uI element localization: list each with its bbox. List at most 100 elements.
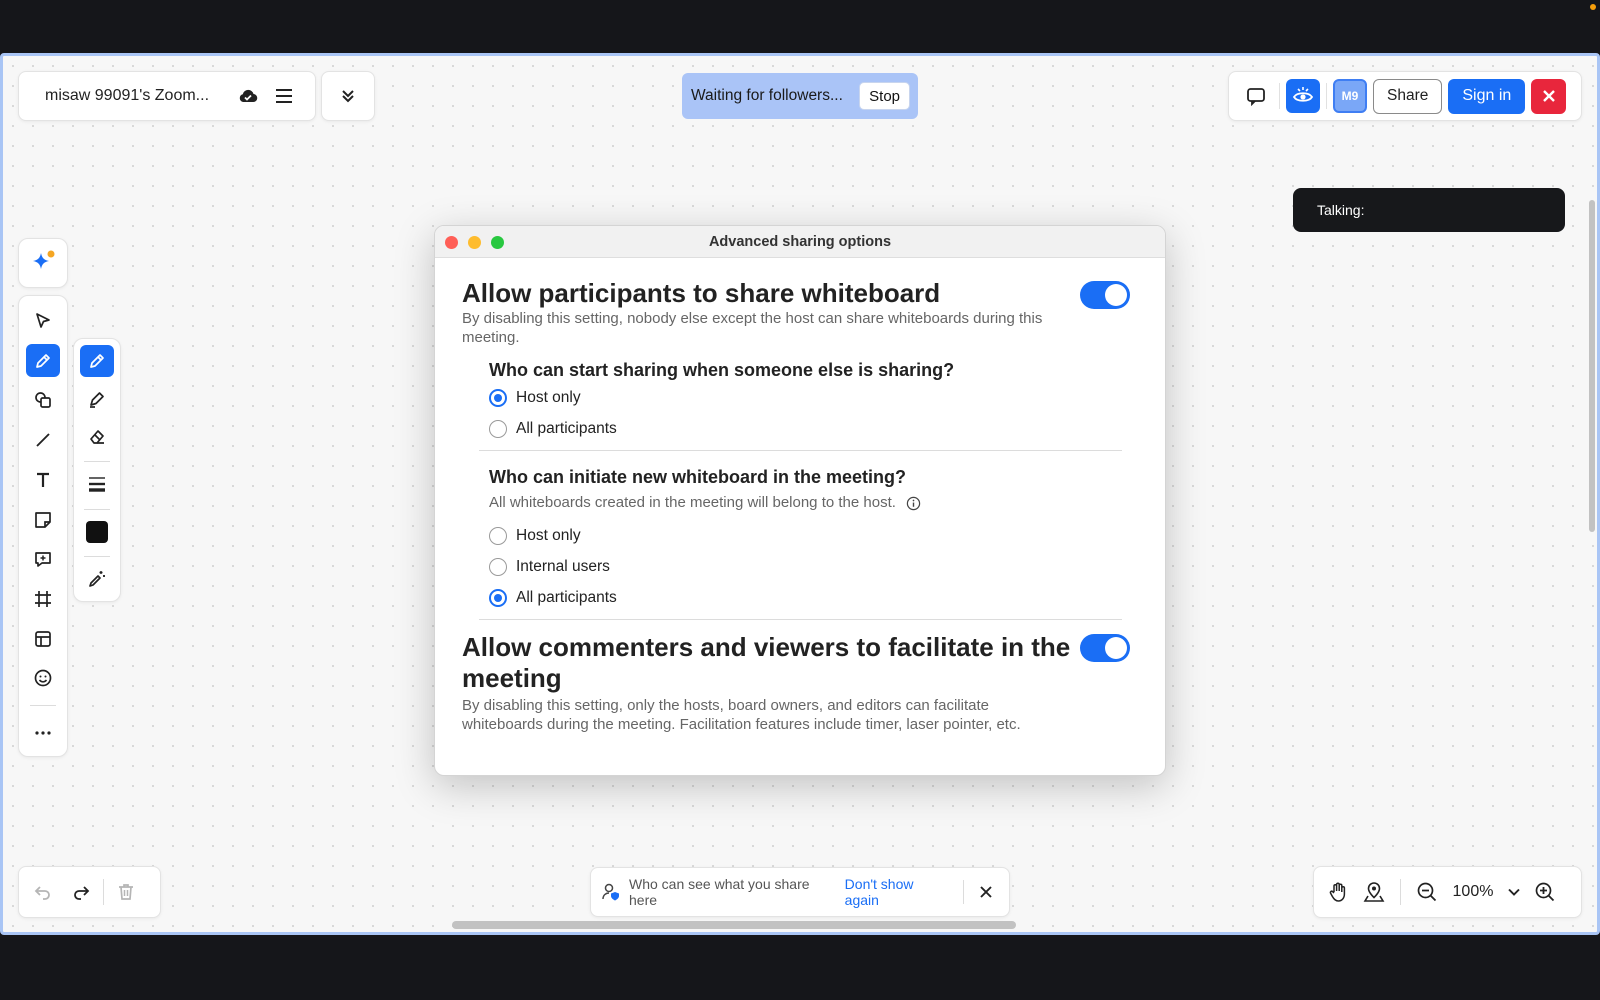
radio-label: Internal users — [516, 557, 610, 575]
pen-icon[interactable] — [26, 343, 60, 378]
radio-button[interactable] — [489, 419, 507, 438]
section-title: Allow commenters and viewers to facilita… — [462, 632, 1071, 693]
ai-companion-button[interactable] — [18, 238, 68, 288]
stop-button[interactable]: Stop — [859, 82, 910, 110]
radio-button[interactable] — [489, 588, 507, 607]
collapse-toggle-button[interactable] — [321, 71, 375, 121]
dialog-title: Advanced sharing options — [708, 233, 892, 250]
color-swatch-fill — [86, 520, 108, 543]
undo-icon[interactable] — [27, 876, 59, 908]
double-chevron-down-icon — [342, 90, 354, 103]
divider — [1326, 83, 1327, 109]
question-title: Who can start sharing when someone else … — [489, 360, 955, 380]
section-facilitate: Allow commenters and viewers to facilita… — [462, 632, 1165, 734]
pen-icon[interactable] — [80, 345, 114, 377]
close-icon[interactable] — [1531, 78, 1567, 114]
vertical-scrollbar[interactable] — [1589, 200, 1595, 532]
avatar[interactable]: M9 — [1333, 79, 1367, 113]
question-description-text: All whiteboards created in the meeting w… — [489, 494, 896, 511]
radio-label: Host only — [516, 526, 581, 544]
radio-option-host-only[interactable]: Host only — [489, 382, 1165, 413]
divider — [30, 705, 56, 707]
sign-in-button[interactable]: Sign in — [1448, 78, 1526, 114]
comment-icon[interactable] — [26, 542, 60, 576]
divider — [963, 880, 965, 904]
share-visibility-notice: Who can see what you share here Don't sh… — [590, 867, 1010, 917]
window-zoom-button[interactable] — [491, 236, 504, 249]
section-description: By disabling this setting, only the host… — [462, 697, 1021, 733]
radio-label: Host only — [516, 388, 581, 406]
facilitate-toggle[interactable] — [1080, 634, 1130, 662]
share-whiteboard-toggle[interactable] — [1080, 281, 1130, 309]
radio-option-host-only[interactable]: Host only — [489, 520, 1165, 551]
radio-label: All participants — [516, 419, 617, 437]
radio-button[interactable] — [489, 526, 507, 545]
divider — [84, 508, 110, 510]
chat-icon[interactable] — [1239, 79, 1273, 113]
question-start-sharing: Who can start sharing when someone else … — [462, 358, 1165, 444]
zoom-in-icon[interactable] — [1529, 876, 1561, 908]
close-icon[interactable] — [972, 878, 999, 906]
main-toolbar — [18, 295, 68, 757]
color-swatch[interactable] — [80, 516, 114, 548]
radio-option-internal-users[interactable]: Internal users — [489, 551, 1165, 582]
redo-icon[interactable] — [65, 876, 97, 908]
text-icon[interactable] — [26, 463, 60, 497]
section-title: Allow participants to share whiteboard — [462, 278, 941, 308]
chevron-down-icon[interactable] — [1503, 876, 1525, 908]
emoji-icon[interactable] — [26, 662, 60, 696]
dialog-body: Allow participants to share whiteboard B… — [435, 278, 1165, 734]
board-title-panel: misaw 99091's Zoom... — [18, 71, 316, 121]
radio-option-all-participants[interactable]: All participants — [489, 582, 1165, 613]
magic-pen-icon[interactable] — [80, 563, 114, 595]
zoom-out-icon[interactable] — [1411, 876, 1443, 908]
line-icon[interactable] — [26, 423, 60, 457]
status-dot — [1590, 4, 1596, 10]
question-description: All whiteboards created in the meeting w… — [489, 493, 1165, 513]
board-title[interactable]: misaw 99091's Zoom... — [45, 87, 227, 105]
select-icon[interactable] — [26, 304, 60, 338]
trash-icon[interactable] — [110, 876, 142, 908]
share-button[interactable]: Share — [1373, 78, 1443, 114]
notice-text: Who can see what you share here — [629, 876, 810, 908]
hand-icon[interactable] — [1322, 876, 1354, 908]
radio-button[interactable] — [489, 388, 507, 407]
stroke-width-icon[interactable] — [80, 468, 114, 500]
zoom-toolbar: 100% — [1313, 866, 1582, 918]
cloud-saved-icon[interactable] — [233, 81, 263, 111]
highlighter-icon[interactable] — [80, 383, 114, 415]
window-bottom-bar — [0, 935, 1600, 1000]
dont-show-again-link[interactable]: Don't show again — [845, 876, 948, 908]
question-title: Who can initiate new whiteboard in the m… — [489, 467, 907, 487]
divider — [103, 879, 104, 905]
window-minimize-button[interactable] — [468, 236, 481, 249]
radio-button[interactable] — [489, 557, 507, 576]
more-icon[interactable] — [26, 716, 60, 750]
divider — [1400, 879, 1401, 905]
frame-icon[interactable] — [26, 582, 60, 616]
ai-sparkle-icon — [33, 250, 55, 269]
talking-indicator: Talking: — [1293, 188, 1565, 232]
info-icon[interactable] — [906, 495, 922, 511]
menu-icon[interactable] — [269, 81, 299, 111]
window-close-button[interactable] — [445, 236, 458, 249]
talking-label: Talking: — [1317, 202, 1365, 218]
divider — [479, 450, 1122, 451]
map-pin-icon[interactable] — [1358, 876, 1390, 908]
divider — [84, 556, 110, 558]
radio-option-all-participants[interactable]: All participants — [489, 413, 1165, 444]
window-top-bar — [0, 0, 1600, 53]
divider — [84, 461, 110, 463]
eraser-icon[interactable] — [80, 420, 114, 452]
shapes-icon[interactable] — [26, 383, 60, 417]
follow-view-icon[interactable] — [1286, 79, 1320, 113]
template-icon[interactable] — [26, 622, 60, 656]
pen-options-toolbar — [73, 338, 121, 602]
sticky-note-icon[interactable] — [26, 503, 60, 537]
dialog-titlebar: Advanced sharing options — [435, 226, 1165, 258]
history-toolbar — [18, 866, 161, 918]
horizontal-scrollbar[interactable] — [452, 921, 1016, 929]
radio-label: All participants — [516, 588, 617, 606]
follow-status-banner: Waiting for followers... Stop — [682, 73, 918, 119]
zoom-level[interactable]: 100% — [1447, 883, 1499, 901]
